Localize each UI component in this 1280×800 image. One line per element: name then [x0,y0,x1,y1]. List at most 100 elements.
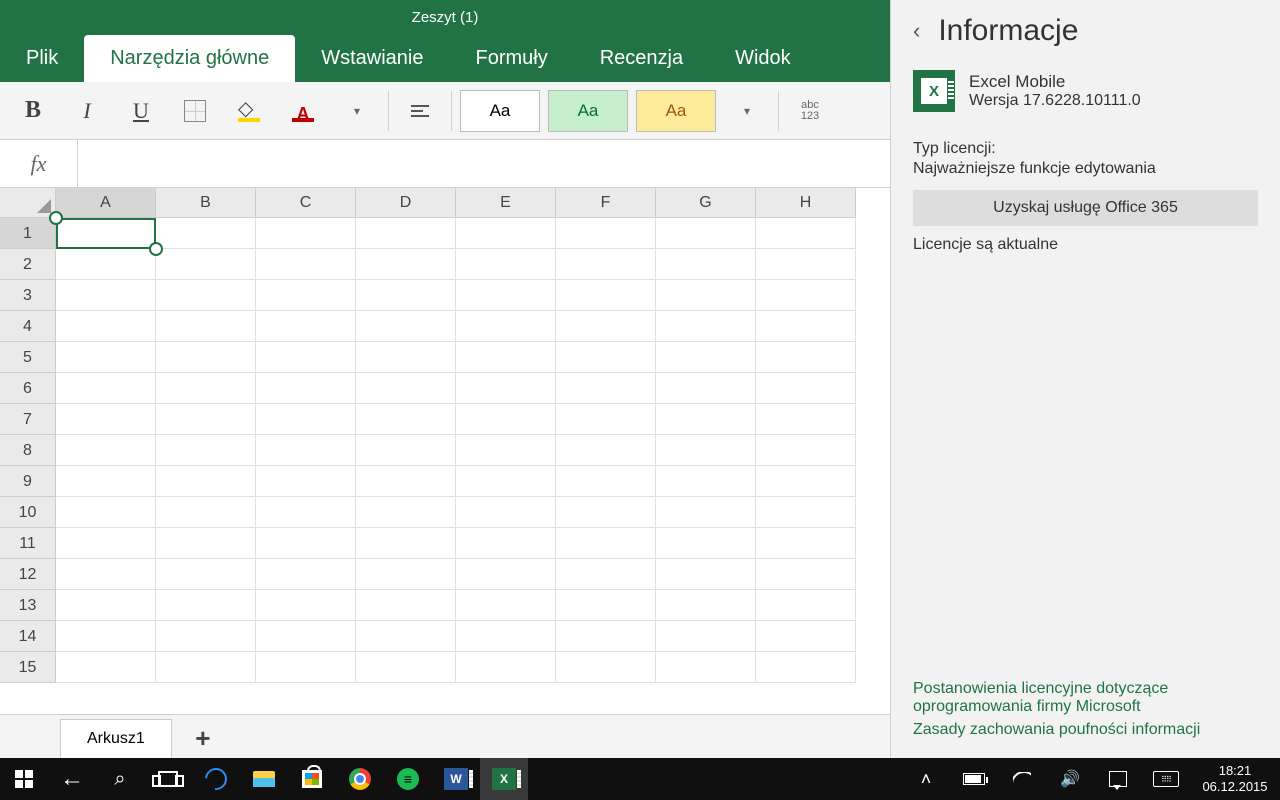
cell[interactable] [56,590,156,621]
cell[interactable] [656,497,756,528]
cell[interactable] [456,528,556,559]
excel-button[interactable]: X [480,758,528,800]
cell[interactable] [556,528,656,559]
cell[interactable] [656,342,756,373]
cell[interactable] [456,590,556,621]
cell[interactable] [256,373,356,404]
select-all-corner[interactable] [0,188,56,218]
cell[interactable] [756,559,856,590]
selection-handle-tl[interactable] [49,211,63,225]
cell[interactable] [556,621,656,652]
cell[interactable] [56,311,156,342]
cell[interactable] [556,559,656,590]
cell[interactable] [756,466,856,497]
cell[interactable] [156,342,256,373]
cell[interactable] [456,404,556,435]
cell[interactable] [156,249,256,280]
cell[interactable] [656,435,756,466]
cell[interactable] [356,373,456,404]
privacy-policy-link[interactable]: Zasady zachowania poufności informacji [913,721,1258,739]
row-header-1[interactable]: 1 [0,218,56,249]
spreadsheet-grid[interactable]: A B C D E F G H 123456789101112131415 [0,188,890,714]
cell[interactable] [456,497,556,528]
cell[interactable] [56,373,156,404]
cell[interactable] [456,652,556,683]
cell[interactable] [456,621,556,652]
column-header-b[interactable]: B [156,188,256,218]
cell[interactable] [156,311,256,342]
back-button[interactable]: ‹ [913,18,920,44]
cell[interactable] [256,280,356,311]
cell[interactable] [356,404,456,435]
cell[interactable] [356,466,456,497]
cell[interactable] [656,528,756,559]
cell[interactable] [756,218,856,249]
cell[interactable] [56,528,156,559]
cell[interactable] [456,435,556,466]
cell[interactable] [156,280,256,311]
underline-button[interactable]: U [114,88,168,134]
cell[interactable] [156,621,256,652]
cell[interactable] [56,249,156,280]
cell[interactable] [556,652,656,683]
row-header-9[interactable]: 9 [0,466,56,497]
cell[interactable] [456,311,556,342]
cell[interactable] [556,466,656,497]
cell[interactable] [556,342,656,373]
cell[interactable] [756,497,856,528]
cell[interactable] [356,435,456,466]
cell[interactable] [456,373,556,404]
cell[interactable] [156,652,256,683]
row-header-11[interactable]: 11 [0,528,56,559]
get-office-365-button[interactable]: Uzyskaj usługę Office 365 [913,190,1258,226]
wifi-button[interactable] [998,758,1046,800]
cell[interactable] [656,404,756,435]
cell[interactable] [656,590,756,621]
column-header-d[interactable]: D [356,188,456,218]
column-header-a[interactable]: A [56,188,156,218]
cell-style-neutral[interactable]: Aa [636,90,716,132]
row-header-2[interactable]: 2 [0,249,56,280]
cell[interactable] [556,311,656,342]
cell[interactable] [756,652,856,683]
cell[interactable] [656,652,756,683]
cell[interactable] [56,466,156,497]
cell[interactable] [356,280,456,311]
font-more-button[interactable]: ▾ [330,88,384,134]
column-header-f[interactable]: F [556,188,656,218]
row-header-12[interactable]: 12 [0,559,56,590]
cell[interactable] [256,218,356,249]
cell[interactable] [256,559,356,590]
start-button[interactable] [0,758,48,800]
column-header-g[interactable]: G [656,188,756,218]
cell[interactable] [656,311,756,342]
cell[interactable] [756,342,856,373]
cell[interactable] [56,497,156,528]
cell[interactable] [656,218,756,249]
row-header-13[interactable]: 13 [0,590,56,621]
align-button[interactable] [393,88,447,134]
cell[interactable] [256,311,356,342]
cell[interactable] [556,218,656,249]
styles-more-button[interactable]: ▾ [720,88,774,134]
cell[interactable] [156,404,256,435]
bold-button[interactable]: B [6,88,60,134]
cell[interactable] [56,218,156,249]
spotify-button[interactable] [384,758,432,800]
row-header-15[interactable]: 15 [0,652,56,683]
cell[interactable] [256,497,356,528]
edge-taskbar-button[interactable] [192,758,240,800]
search-button[interactable]: ⌕ [96,758,144,800]
selection-handle-br[interactable] [149,242,163,256]
cell[interactable] [56,435,156,466]
task-view-button[interactable] [144,758,192,800]
cell[interactable] [456,342,556,373]
cell[interactable] [656,559,756,590]
sheet-tab[interactable]: Arkusz1 [60,719,172,758]
row-header-8[interactable]: 8 [0,435,56,466]
cell[interactable] [156,466,256,497]
column-header-e[interactable]: E [456,188,556,218]
file-explorer-button[interactable] [240,758,288,800]
wrap-text-button[interactable]: abc123 [783,88,837,134]
cell[interactable] [656,621,756,652]
